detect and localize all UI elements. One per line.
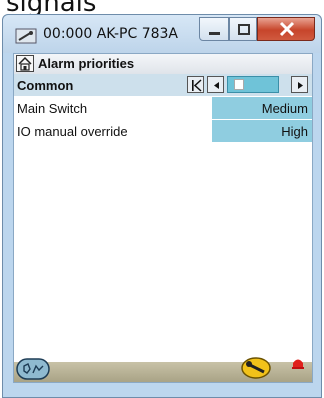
- service-tool-icon[interactable]: [16, 357, 50, 381]
- alarm-bell-icon[interactable]: [290, 356, 306, 372]
- priority-value-text: High: [281, 124, 308, 139]
- page-slider[interactable]: [227, 76, 279, 93]
- content-panel: Alarm priorities Common Main Switch Medi…: [13, 53, 313, 383]
- close-icon: [279, 21, 295, 37]
- slider-thumb[interactable]: [234, 79, 244, 90]
- priority-value[interactable]: Medium: [212, 97, 312, 119]
- priority-value-text: Medium: [261, 101, 308, 116]
- app-icon: [15, 28, 37, 44]
- priority-value[interactable]: High: [212, 120, 312, 142]
- minimize-button[interactable]: [199, 17, 229, 41]
- maximize-button[interactable]: [229, 17, 257, 41]
- maximize-icon: [238, 24, 250, 35]
- group-header: Common: [14, 74, 312, 96]
- next-page-button[interactable]: [291, 76, 308, 93]
- first-page-icon: [192, 79, 202, 92]
- wrench-icon[interactable]: [240, 356, 272, 380]
- minimize-icon: [209, 32, 220, 35]
- row-label: Main Switch: [17, 101, 88, 116]
- title-bar[interactable]: 00:000 AK-PC 783A: [3, 15, 321, 53]
- close-button[interactable]: [257, 17, 315, 41]
- panel-header: Alarm priorities: [14, 54, 312, 74]
- page-title: Alarm priorities: [38, 56, 135, 71]
- next-icon: [298, 82, 303, 89]
- row-label: IO manual override: [17, 124, 128, 139]
- window-title: 00:000 AK-PC 783A: [43, 26, 179, 42]
- status-bar: [14, 357, 312, 382]
- list-item[interactable]: Main Switch Medium: [14, 97, 312, 120]
- group-title: Common: [17, 78, 74, 93]
- app-window: 00:000 AK-PC 783A Alarm priorities Commo…: [2, 14, 322, 398]
- house-icon[interactable]: [16, 55, 34, 72]
- previous-page-button[interactable]: [207, 76, 224, 93]
- first-page-button[interactable]: [187, 76, 204, 93]
- list-item[interactable]: IO manual override High: [14, 120, 312, 143]
- previous-icon: [214, 82, 219, 89]
